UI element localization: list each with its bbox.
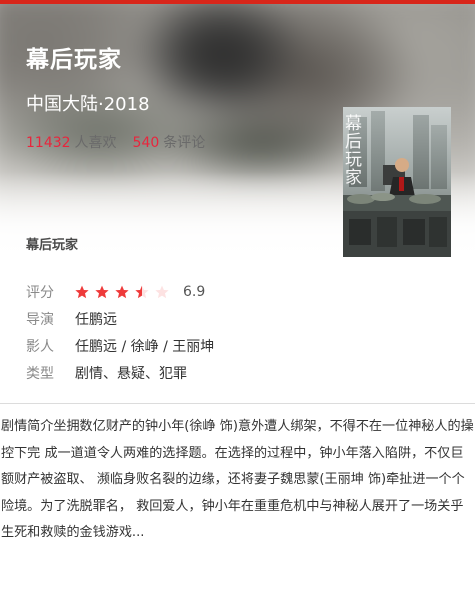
genre-row: 类型 剧情、悬疑、犯罪 <box>26 359 446 386</box>
rating-row: 评分 6.9 <box>26 278 446 305</box>
likes-count: 11432 <box>26 135 71 151</box>
cast-value[interactable]: 任鹏远 / 徐峥 / 王丽坤 <box>75 336 214 356</box>
cast-label: 影人 <box>26 338 54 355</box>
comments-count[interactable]: 540 <box>133 135 160 151</box>
star-full-icon <box>95 285 109 298</box>
star-full-icon <box>115 285 129 298</box>
poster-glyph: 家 <box>345 168 362 188</box>
comments-label[interactable]: 条评论 <box>163 135 205 151</box>
synopsis-text: 剧情简介坐拥数亿财产的钟小年(徐峥 饰)意外遭人绑架，不得不在一位神秘人的操控下… <box>1 419 474 540</box>
poster-glyph: 幕 <box>345 114 362 134</box>
movie-detail-page: 幕后玩家 中国大陆·2018 11432 人喜欢 540 条评论 幕后玩家 幕 … <box>0 0 475 595</box>
genre-value: 剧情、悬疑、犯罪 <box>75 365 187 382</box>
director-label: 导演 <box>26 311 54 328</box>
star-full-icon <box>75 285 89 298</box>
section-divider <box>0 403 475 404</box>
hero-banner: 幕后玩家 中国大陆·2018 11432 人喜欢 540 条评论 幕后玩家 幕 … <box>0 4 475 262</box>
poster-art: 幕 后 玩 家 <box>343 107 451 257</box>
likes-label: 人喜欢 <box>74 135 117 151</box>
poster-glyph: 后 <box>345 132 362 152</box>
movie-poster[interactable]: 幕 后 玩 家 <box>343 107 451 257</box>
star-half-icon <box>135 285 149 298</box>
movie-stats: 11432 人喜欢 540 条评论 <box>26 132 205 152</box>
movie-region-year: 中国大陆·2018 <box>26 94 150 115</box>
star-empty-icon <box>155 285 169 298</box>
rating-label: 评分 <box>26 284 54 301</box>
movie-subtitle: 幕后玩家 <box>26 238 79 253</box>
genre-label: 类型 <box>26 365 54 382</box>
movie-info: 评分 6.9 导演 任鹏远 影人 任鹏远 / 徐峥 / 王丽坤 类型 剧情、悬疑… <box>26 278 446 386</box>
rating-score: 6.9 <box>183 283 206 300</box>
director-row: 导演 任鹏远 <box>26 305 446 332</box>
cast-row: 影人 任鹏远 / 徐峥 / 王丽坤 <box>26 332 446 359</box>
poster-glyph: 玩 <box>345 150 362 170</box>
movie-title: 幕后玩家 <box>26 47 122 73</box>
director-value[interactable]: 任鹏远 <box>75 309 117 329</box>
rating-stars <box>75 285 175 299</box>
